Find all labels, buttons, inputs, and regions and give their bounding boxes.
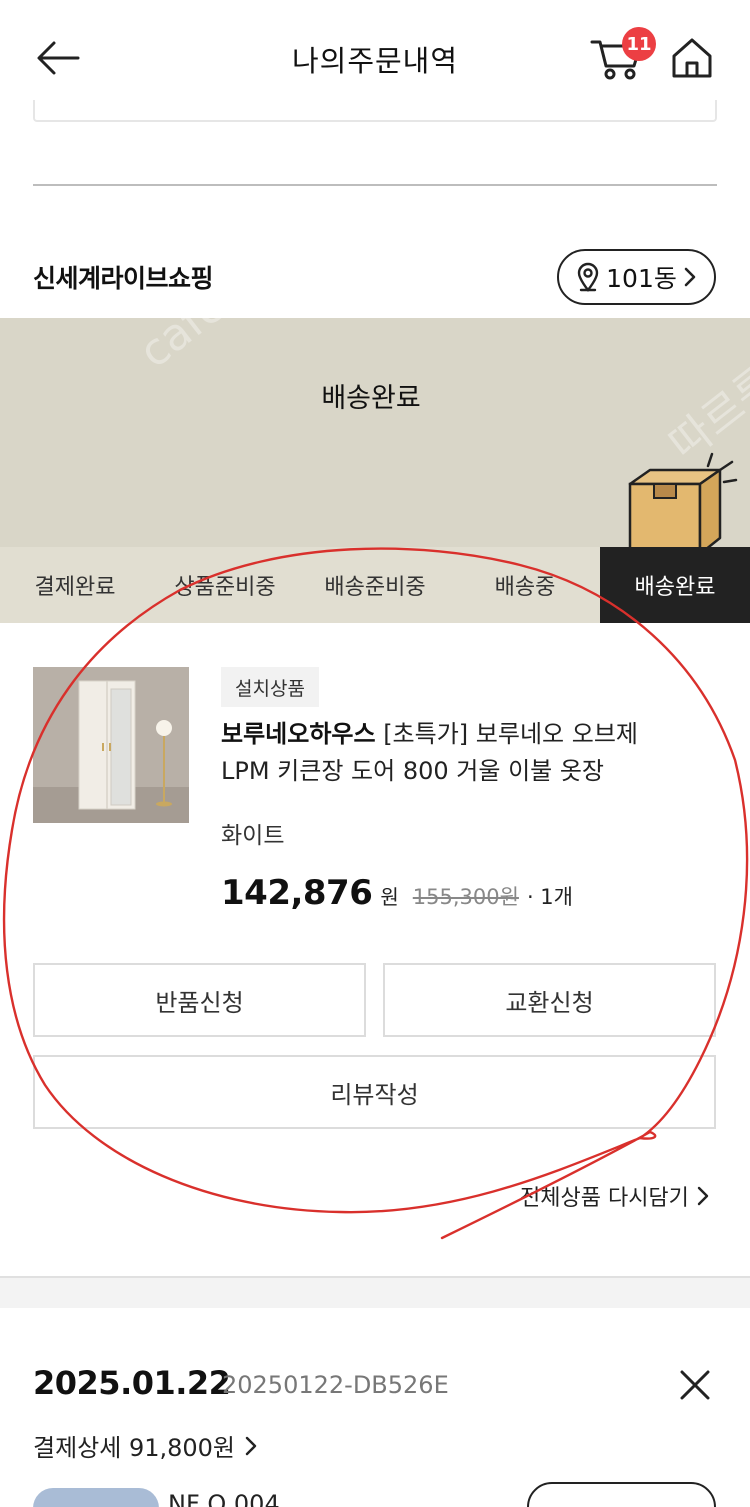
sale-price: 142,876 xyxy=(221,873,373,913)
product-brand: 보루네오하우스 xyxy=(221,720,376,748)
order-date: 2025.01.22 xyxy=(33,1364,231,1402)
close-icon xyxy=(680,1370,710,1400)
price-unit: 원 xyxy=(380,885,399,909)
status-title: 배송완료 xyxy=(321,383,421,414)
step-preparing-product: 상품준비중 xyxy=(174,575,276,600)
product-image[interactable] xyxy=(33,667,189,823)
section-separator xyxy=(0,1276,750,1308)
payment-detail-link[interactable]: 결제상세 91,800원 xyxy=(33,1428,257,1463)
quantity: · 1개 xyxy=(526,885,573,909)
chevron-right-icon xyxy=(245,1436,257,1455)
original-price: 155,300원 xyxy=(412,885,519,909)
delete-order-button[interactable] xyxy=(672,1362,718,1408)
delivery-box-icon xyxy=(628,452,738,548)
divider xyxy=(33,184,717,186)
next-item-preview: NF O 004 xyxy=(168,1490,280,1507)
next-location-button[interactable] xyxy=(527,1482,716,1507)
delivery-steps: 결제완료 상품준비중 배송준비중 배송중 배송완료 xyxy=(0,547,750,623)
location-label: 101동 xyxy=(606,264,677,293)
product-option: 화이트 xyxy=(221,823,285,849)
product-title[interactable]: 보루네오하우스 [초특가] 보루네오 오브제 LPM 키큰장 도어 800 거울… xyxy=(221,716,691,790)
previous-card-edge xyxy=(33,100,717,122)
step-payment-complete: 결제완료 xyxy=(34,575,116,600)
step-delivered: 배송완료 xyxy=(600,547,750,623)
wardrobe-image xyxy=(33,667,189,823)
watermark: cafe.naver.com xyxy=(130,318,427,378)
cart-count-badge: 11 xyxy=(622,27,656,61)
location-pin-icon xyxy=(577,262,599,292)
step-preparing-shipment: 배송준비중 xyxy=(324,575,426,600)
exchange-request-button[interactable]: 교환신청 xyxy=(383,963,716,1037)
chevron-right-icon xyxy=(697,1186,709,1206)
write-review-button[interactable]: 리뷰작성 xyxy=(33,1055,716,1129)
home-button[interactable] xyxy=(664,30,720,86)
return-request-button[interactable]: 반품신청 xyxy=(33,963,366,1037)
reorder-all-button[interactable]: 전체상품 다시담기 xyxy=(520,1180,709,1212)
install-product-tag: 설치상품 xyxy=(221,667,319,707)
delivery-type-badge xyxy=(33,1488,159,1507)
reorder-label: 전체상품 다시담기 xyxy=(520,1186,689,1211)
step-shipping: 배송중 xyxy=(494,575,556,600)
location-button[interactable]: 101동 xyxy=(557,249,716,305)
home-icon xyxy=(672,38,712,78)
price-row: 142,876 원 155,300원 · 1개 xyxy=(221,873,573,913)
delivery-status-banner: cafe.naver.com 따르릉 배송완료 xyxy=(0,318,750,548)
chevron-right-icon xyxy=(684,267,696,287)
store-name: 신세계라이브쇼핑 xyxy=(33,264,214,293)
order-number: 20250122-DB526E xyxy=(222,1371,449,1399)
payment-detail-label: 결제상세 91,800원 xyxy=(33,1434,236,1462)
